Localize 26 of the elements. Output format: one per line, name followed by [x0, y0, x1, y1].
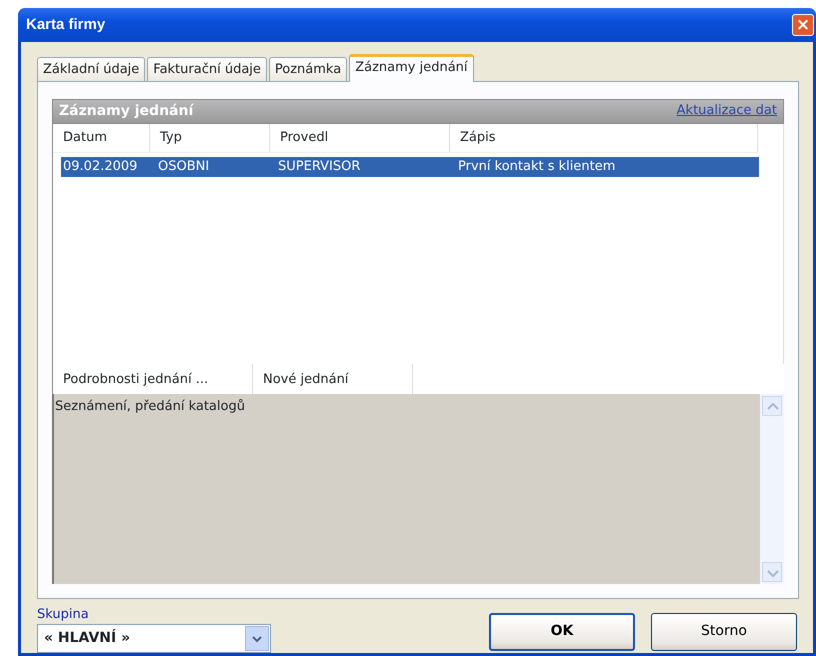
tab[interactable]: Fakturační údaje — [147, 56, 267, 81]
scroll-down-icon[interactable] — [762, 562, 782, 582]
group-dropdown[interactable]: « HLAVNÍ » — [37, 624, 271, 653]
cancel-button[interactable]: Storno — [651, 612, 797, 650]
scrollbar[interactable] — [760, 394, 784, 584]
window-title: Karta firmy — [26, 14, 106, 35]
detail-text-area[interactable]: Seznámení, předání katalogů — [52, 394, 784, 584]
ok-button[interactable]: OK — [489, 612, 635, 650]
column-header[interactable]: Datum — [53, 124, 150, 152]
column-header[interactable]: Provedl — [270, 124, 450, 152]
dropdown-value: « HLAVNÍ » — [44, 628, 130, 648]
tab[interactable]: Základní údaje — [37, 56, 146, 81]
column-header[interactable]: Zápis — [450, 124, 758, 152]
group-label: Skupina — [37, 606, 90, 624]
caret-icon — [251, 634, 263, 644]
detail-text: Seznámení, předání katalogů — [54, 398, 246, 416]
table-cell: OSOBNI — [156, 156, 276, 177]
table-cell: SUPERVISOR — [276, 156, 456, 177]
close-button[interactable]: × — [792, 14, 814, 36]
tab[interactable]: Záznamy jednání — [349, 54, 474, 82]
scroll-up-icon[interactable] — [762, 396, 782, 416]
table-cell: První kontakt s klientem — [456, 156, 759, 177]
column-header[interactable]: Typ — [150, 124, 270, 152]
tab[interactable]: Poznámka — [268, 56, 348, 81]
table-cell: 09.02.2009 — [61, 156, 156, 177]
panel-title: Záznamy jednání — [59, 102, 194, 121]
